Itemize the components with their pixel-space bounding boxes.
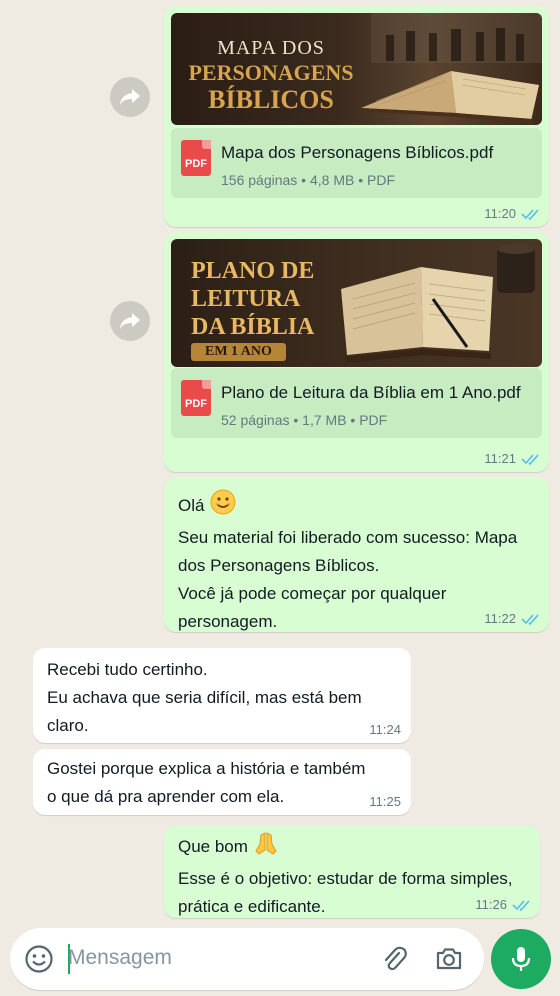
pdf-icon: PDF xyxy=(181,140,211,176)
message-text: Recebi tudo certinho. Eu achava que seri… xyxy=(47,656,362,740)
attach-button[interactable] xyxy=(379,944,409,974)
pdf-icon: PDF xyxy=(181,380,211,416)
double-check-icon xyxy=(521,613,539,625)
attach-icon xyxy=(384,946,407,971)
message-text: Gostei porque explica a história e també… xyxy=(47,755,365,811)
message-text: Que bom Esse é o objetivo: estudar de fo… xyxy=(178,830,513,921)
thumbnail-title-line: PERSONAGENS xyxy=(188,60,354,85)
forward-icon xyxy=(120,313,140,329)
document-thumbnail[interactable]: PLANO DE LEITURA DA BÍBLIA EM 1 ANO xyxy=(171,239,542,367)
message-line: o que dá pra aprender com ela. xyxy=(47,787,285,806)
message-text: Olá Seu material foi liberado com sucess… xyxy=(178,489,517,636)
thumbnail-badge: EM 1 ANO xyxy=(191,343,286,361)
message-input[interactable]: Mensagem xyxy=(68,946,172,970)
message-line: prática e edificante. xyxy=(178,897,326,916)
document-thumbnail[interactable]: MAPA DOS PERSONAGENS BÍBLICOS xyxy=(171,13,542,125)
message-time: 11:21 xyxy=(484,451,541,466)
forward-icon xyxy=(120,89,140,105)
emoji-icon xyxy=(25,945,53,973)
message-composer[interactable]: Mensagem xyxy=(10,928,484,990)
camera-button[interactable] xyxy=(434,944,464,974)
double-check-icon xyxy=(512,899,530,911)
message-line: Você já pode começar por qualquer xyxy=(178,584,447,603)
message-line: personagem. xyxy=(178,612,278,631)
emoji-button[interactable] xyxy=(24,944,54,974)
message-line: Olá xyxy=(178,495,205,515)
document-meta: 156 páginas • 4,8 MB • PDF xyxy=(221,172,396,188)
thumbnail-title-line: MAPA DOS xyxy=(217,37,325,59)
thumbnail-title-line: PLANO DE xyxy=(191,258,315,284)
thumbnail-title-line: BÍBLICOS xyxy=(208,85,334,114)
message-line: Eu achava que seria difícil, mas está be… xyxy=(47,688,362,707)
double-check-icon xyxy=(521,453,539,465)
message-line: Seu material foi liberado com sucesso: M… xyxy=(178,528,518,547)
forward-button[interactable] xyxy=(110,301,150,341)
message-time: 11:20 xyxy=(484,206,541,221)
message-time: 11:22 xyxy=(484,611,541,626)
document-info[interactable]: PDF Mapa dos Personagens Bíblicos.pdf 15… xyxy=(171,128,542,198)
mic-button[interactable] xyxy=(491,929,551,989)
document-info[interactable]: PDF Plano de Leitura da Bíblia em 1 Ano.… xyxy=(171,368,542,438)
praying-hands-emoji-icon xyxy=(254,830,278,865)
message-line: Gostei porque explica a história e també… xyxy=(47,759,366,778)
timestamp: 11:26 xyxy=(475,897,507,912)
document-meta: 52 páginas • 1,7 MB • PDF xyxy=(221,412,388,428)
text-message[interactable]: Recebi tudo certinho. Eu achava que seri… xyxy=(33,648,411,743)
document-message[interactable]: MAPA DOS PERSONAGENS BÍBLICOS PDF Mapa d… xyxy=(164,6,549,227)
thumbnail-title-line: DA BÍBLIA xyxy=(191,314,315,340)
timestamp: 11:21 xyxy=(484,451,516,466)
message-line: claro. xyxy=(47,716,89,735)
forward-button[interactable] xyxy=(110,77,150,117)
mic-icon xyxy=(511,947,531,971)
timestamp: 11:22 xyxy=(484,611,516,626)
timestamp: 11:24 xyxy=(369,722,401,737)
timestamp: 11:20 xyxy=(484,206,516,221)
message-line: Recebi tudo certinho. xyxy=(47,660,208,679)
timestamp: 11:25 xyxy=(369,794,401,809)
text-message[interactable]: Gostei porque explica a história e també… xyxy=(33,749,411,815)
thumbnail-title-line: LEITURA xyxy=(191,286,301,312)
document-name: Mapa dos Personagens Bíblicos.pdf xyxy=(221,143,494,162)
document-name: Plano de Leitura da Bíblia em 1 Ano.pdf xyxy=(221,383,521,402)
smiley-emoji-icon xyxy=(210,489,236,524)
camera-icon xyxy=(436,948,462,970)
double-check-icon xyxy=(521,208,539,220)
message-line: Esse é o objetivo: estudar de forma simp… xyxy=(178,869,513,888)
message-line: Que bom xyxy=(178,836,248,856)
message-time: 11:26 xyxy=(475,897,532,912)
message-line: dos Personagens Bíblicos. xyxy=(178,556,380,575)
text-message[interactable]: Que bom Esse é o objetivo: estudar de fo… xyxy=(164,826,540,918)
text-message[interactable]: Olá Seu material foi liberado com sucess… xyxy=(164,477,549,632)
document-message[interactable]: PLANO DE LEITURA DA BÍBLIA EM 1 ANO PDF … xyxy=(164,232,549,472)
